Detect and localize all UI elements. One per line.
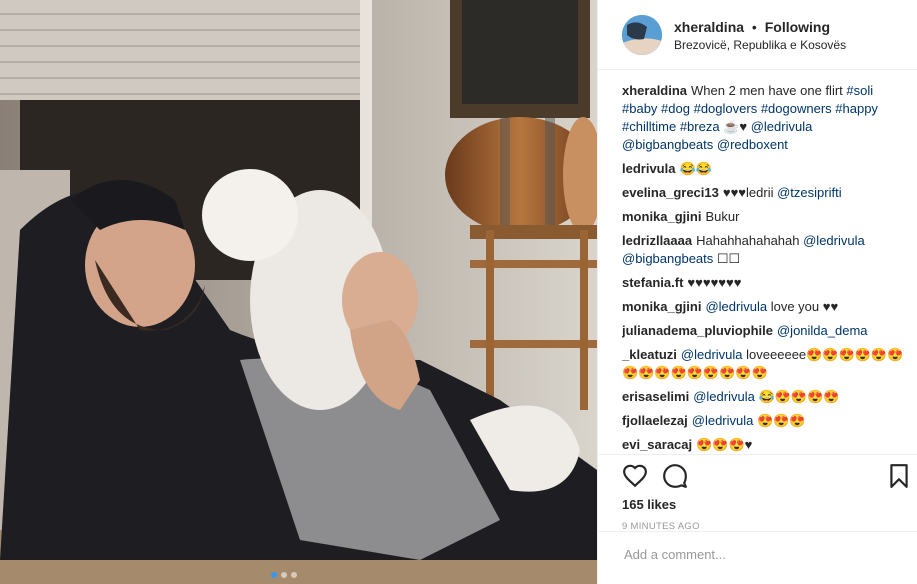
likes-count[interactable]: 165 likes <box>622 497 676 512</box>
photo-image <box>0 0 597 584</box>
mention-link[interactable]: @ledrivula <box>705 299 767 314</box>
carousel-dot[interactable] <box>271 572 277 578</box>
mention-link[interactable]: @ledrivula <box>693 389 755 404</box>
comment-username-link[interactable]: _kleatuzi <box>622 347 677 362</box>
comment-username-link[interactable]: evi_saracaj <box>622 437 692 452</box>
carousel-dot[interactable] <box>281 572 287 578</box>
comment-username-link[interactable]: ledrizllaaaa <box>622 233 692 248</box>
comments-list: xheraldina When 2 men have one flirt #sol… <box>622 82 905 452</box>
location-link[interactable]: Brezovicë, Republika e Kosovës <box>674 38 846 52</box>
mention-link[interactable]: @bigbangbeats <box>622 251 713 266</box>
hashtag-link[interactable]: #happy <box>835 101 878 116</box>
post-photo[interactable] <box>0 0 597 584</box>
comment-text: Hahahhahahahah <box>696 233 804 248</box>
comment-item: fjollaelezaj @ledrivula 😍😍😍 <box>622 412 905 430</box>
mention-link[interactable]: @ledrivula <box>803 233 865 248</box>
carousel-dots <box>271 572 297 578</box>
add-comment-input[interactable] <box>622 546 886 563</box>
comment-item: evelina_greci13 ♥♥♥ledrii @tzesiprifti <box>622 184 905 202</box>
comment-text: 😍😍😍 <box>753 413 806 428</box>
header-text: xheraldina • Following Brezovicë, Republ… <box>674 18 846 52</box>
avatar[interactable] <box>622 14 662 55</box>
hashtag-link[interactable]: #chilltime <box>622 119 676 134</box>
comment-text: Bukur <box>705 209 740 224</box>
mention-link[interactable]: @ledrivula <box>681 347 743 362</box>
comment-text: When 2 men have one flirt <box>691 83 847 98</box>
carousel-dot[interactable] <box>291 572 297 578</box>
comment-item: erisaselimi @ledrivula 😂😍😍😍😍 <box>622 388 905 406</box>
add-comment-bar <box>598 531 917 584</box>
action-bar <box>598 454 917 495</box>
comment-username-link[interactable]: monika_gjini <box>622 299 701 314</box>
hashtag-link[interactable]: #breza <box>680 119 720 134</box>
comment-username-link[interactable]: stefania.ft <box>622 275 683 290</box>
comment-text: ☕♥ <box>719 119 751 134</box>
comment-username-link[interactable]: evelina_greci13 <box>622 185 719 200</box>
mention-link[interactable]: @jonilda_dema <box>777 323 868 338</box>
mention-link[interactable]: @ledrivula <box>692 413 754 428</box>
comment-item: xheraldina When 2 men have one flirt #sol… <box>622 82 905 154</box>
comment-username-link[interactable]: xheraldina <box>622 83 687 98</box>
comment-item: monika_gjini @ledrivula love you ♥♥ <box>622 298 905 316</box>
comment-item: monika_gjini Bukur <box>622 208 905 226</box>
hashtag-link[interactable]: #doglovers <box>694 101 758 116</box>
hashtag-link[interactable]: #dog <box>661 101 690 116</box>
comment-username-link[interactable]: fjollaelezaj <box>622 413 688 428</box>
comment-text: 😂😍😍😍😍 <box>754 389 840 404</box>
comment-text: 😂😂 <box>679 161 712 176</box>
comment-item: ledrizllaaaa Hahahhahahahah @ledrivula @b… <box>622 232 905 268</box>
mention-link[interactable]: @tzesiprifti <box>777 185 842 200</box>
mention-link[interactable]: @ledrivula <box>751 119 813 134</box>
comment-username-link[interactable]: monika_gjini <box>622 209 701 224</box>
comment-username-link[interactable]: ledrivula <box>622 161 675 176</box>
post-header: xheraldina • Following Brezovicë, Republ… <box>598 0 917 70</box>
comment-text: ☐☐ <box>713 251 741 266</box>
comment-item: _kleatuzi @ledrivula loveeeeee😍😍😍😍😍😍😍😍😍😍😍… <box>622 346 905 382</box>
comment-item: stefania.ft ♥♥♥♥♥♥♥ <box>622 274 905 292</box>
comment-text: ♥♥♥♥♥♥♥ <box>687 275 742 290</box>
separator-dot: • <box>751 18 757 35</box>
mention-link[interactable]: @redboxent <box>717 137 788 152</box>
comment-text: ♥♥♥ledrii <box>722 185 778 200</box>
hashtag-link[interactable]: #soli <box>846 83 873 98</box>
hashtag-link[interactable]: #dogowners <box>761 101 832 116</box>
comment-item: julianadema_pluviophile @jonilda_dema <box>622 322 905 340</box>
following-button[interactable]: Following <box>765 19 830 35</box>
username-link[interactable]: xheraldina <box>674 19 744 35</box>
bookmark-icon[interactable] <box>886 463 912 489</box>
post-sidebar: xheraldina • Following Brezovicë, Republ… <box>597 0 917 584</box>
comment-username-link[interactable]: erisaselimi <box>622 389 689 404</box>
comment-username-link[interactable]: julianadema_pluviophile <box>622 323 773 338</box>
heart-icon[interactable] <box>622 463 648 489</box>
hashtag-link[interactable]: #baby <box>622 101 657 116</box>
comment-text: 😍😍😍♥ <box>696 437 753 452</box>
instagram-post-view: xheraldina • Following Brezovicë, Republ… <box>0 0 917 584</box>
comment-icon[interactable] <box>662 463 688 489</box>
avatar-image <box>622 14 662 55</box>
comment-text: love you ♥♥ <box>767 299 839 314</box>
comment-item: ledrivula 😂😂 <box>622 160 905 178</box>
comment-item: evi_saracaj 😍😍😍♥ <box>622 436 905 452</box>
mention-link[interactable]: @bigbangbeats <box>622 137 713 152</box>
